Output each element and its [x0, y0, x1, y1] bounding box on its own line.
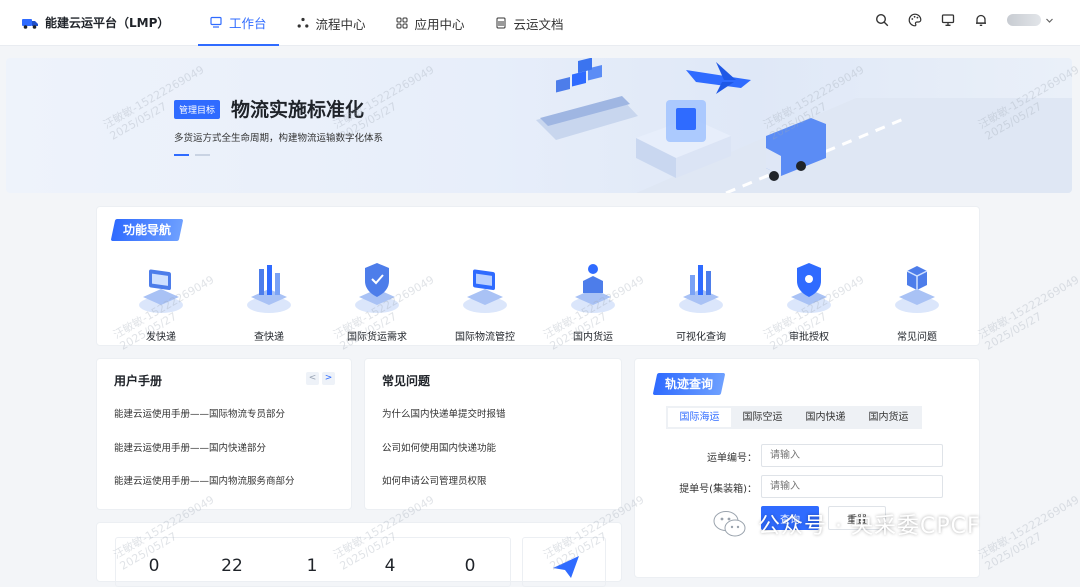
- tab-domestic-express[interactable]: 国内快递: [794, 408, 857, 427]
- nav-label: 应用中心: [414, 16, 465, 32]
- tab-intl-sea[interactable]: 国际海运: [668, 408, 731, 427]
- stats-side-panel: [522, 537, 606, 587]
- waybill-label: 运单编号：: [707, 453, 757, 464]
- document-icon: [496, 17, 506, 29]
- logistics-illustration: [536, 58, 1072, 193]
- app-logo[interactable]: 能建云运平台（LMP）: [22, 14, 169, 31]
- search-icon[interactable]: [875, 13, 889, 27]
- list-item[interactable]: 能建云运使用手册——国内物流服务商部分: [114, 473, 295, 507]
- fnav-visual-query[interactable]: 可视化查询: [651, 257, 751, 343]
- bell-icon[interactable]: [974, 13, 988, 27]
- bl-number-input[interactable]: [761, 475, 943, 498]
- track-express-icon: [247, 265, 291, 313]
- tab-intl-air[interactable]: 国际空运: [731, 408, 794, 427]
- list-item[interactable]: 能建云运使用手册——国际物流专员部分: [114, 406, 295, 440]
- watermark: 汪敏敏-15222269049 2025/05/27: [976, 273, 1080, 353]
- cube-icon: [895, 266, 939, 313]
- control-panel-icon: [463, 269, 507, 313]
- nav-process-center[interactable]: 流程中心: [285, 0, 378, 46]
- fnav-faq[interactable]: 常见问题: [867, 257, 967, 343]
- stat-value: 0: [464, 556, 476, 576]
- prev-page-button[interactable]: <: [306, 372, 319, 385]
- wechat-overlay: 公众号 · 央采委CPCF: [712, 508, 981, 540]
- tracking-tabs: 国际海运 国际空运 国内快递 国内货运: [666, 406, 922, 429]
- stats-card: 0 22 1 4 0: [96, 522, 622, 587]
- faq-title: 常见问题: [382, 374, 431, 388]
- shield-icon: [355, 263, 399, 313]
- list-item[interactable]: 为什么国内快递单提交时报错: [382, 406, 506, 440]
- faq-card: 常见问题 为什么国内快递单提交时报错 公司如何使用国内快递功能 如何申请公司管理…: [364, 358, 622, 510]
- banner-tag: 管理目标: [174, 100, 221, 119]
- hero-banner[interactable]: 管理目标 物流实施标准化 多货运方式全生命周期，构建物流运输数字化体系: [6, 58, 1072, 193]
- stats-panel: 0 22 1 4 0: [115, 537, 511, 587]
- paper-plane-icon: [553, 556, 579, 578]
- domestic-freight-icon: [571, 264, 615, 313]
- stat-value: 4: [384, 556, 396, 576]
- truck-icon: [22, 18, 38, 29]
- manual-pager: < >: [306, 372, 335, 385]
- next-page-button[interactable]: >: [322, 372, 335, 385]
- wechat-icon: [713, 511, 746, 537]
- chevron-down-icon: [1046, 18, 1053, 23]
- screen-icon[interactable]: [941, 13, 955, 27]
- nav-app-center[interactable]: 应用中心: [384, 0, 477, 46]
- process-icon: [297, 17, 308, 28]
- fnav-intl-freight-demand[interactable]: 国际货运需求: [327, 257, 427, 343]
- fnav-track-express[interactable]: 查快递: [219, 257, 319, 343]
- fnav-send-express[interactable]: 发快递: [111, 257, 211, 343]
- banner-subtitle: 多货运方式全生命周期，构建物流运输数字化体系: [174, 133, 384, 144]
- nav-label: 流程中心: [315, 16, 366, 32]
- list-item[interactable]: 能建云运使用手册——国内快递部分: [114, 440, 295, 474]
- fnav-domestic-freight[interactable]: 国内货运: [543, 257, 643, 343]
- nav-label: 工作台: [229, 15, 267, 31]
- user-manual-card: 用户手册 < > 能建云运使用手册——国际物流专员部分 能建云运使用手册——国内…: [96, 358, 352, 510]
- header-tools: [875, 13, 1054, 27]
- list-item[interactable]: 如何申请公司管理员权限: [382, 473, 506, 507]
- bar-chart-icon: [679, 265, 723, 313]
- tab-domestic-freight[interactable]: 国内货运: [857, 408, 920, 427]
- stat-value: 0: [148, 556, 160, 576]
- banner-indicator[interactable]: [174, 154, 210, 156]
- approval-shield-icon: [787, 263, 831, 313]
- top-header: 能建云运平台（LMP） 工作台 流程中心 应用中心 云运文档: [0, 0, 1080, 46]
- monitor-icon: [210, 16, 222, 28]
- stat-value: 1: [306, 556, 318, 576]
- waybill-input[interactable]: [761, 444, 943, 467]
- function-nav-card: 功能导航 发快递 查快递 国际货运需求 国际物流管控 国内货运 可视化查询 审批…: [96, 206, 980, 346]
- list-item[interactable]: 公司如何使用国内快递功能: [382, 440, 506, 474]
- user-manual-title: 用户手册: [114, 374, 163, 388]
- user-menu[interactable]: [1007, 14, 1054, 26]
- avatar: [1007, 14, 1041, 26]
- function-nav-list: 发快递 查快递 国际货运需求 国际物流管控 国内货运 可视化查询 审批授权 常见…: [111, 257, 967, 343]
- nav-label: 云运文档: [513, 16, 564, 32]
- nav-workbench[interactable]: 工作台: [198, 0, 279, 46]
- watermark: 汪敏敏-15222269049 2025/05/27: [976, 493, 1080, 573]
- stat-value: 22: [221, 556, 243, 576]
- main-nav: 工作台 流程中心 应用中心 云运文档: [198, 0, 582, 46]
- app-title: 能建云运平台（LMP）: [45, 16, 170, 30]
- banner-title: 物流实施标准化: [231, 99, 365, 121]
- wechat-account-text: 公众号 · 央采委CPCF: [758, 514, 981, 539]
- fnav-intl-logistics-control[interactable]: 国际物流管控: [435, 257, 535, 343]
- bl-label: 提单号(集装箱)：: [679, 484, 757, 495]
- send-express-icon: [139, 269, 183, 313]
- palette-icon[interactable]: [908, 13, 922, 27]
- fnav-approval[interactable]: 审批授权: [759, 257, 859, 343]
- tracking-title: 轨迹查询: [652, 373, 726, 395]
- manual-list: 能建云运使用手册——国际物流专员部分 能建云运使用手册——国内快递部分 能建云运…: [114, 406, 295, 507]
- faq-list: 为什么国内快递单提交时报错 公司如何使用国内快递功能 如何申请公司管理员权限: [382, 406, 506, 507]
- function-nav-title: 功能导航: [110, 219, 184, 241]
- tracking-card: 轨迹查询 国际海运 国际空运 国内快递 国内货运 运单编号： 提单号(集装箱)：…: [634, 358, 980, 578]
- grid-icon: [396, 17, 408, 29]
- nav-docs[interactable]: 云运文档: [483, 0, 576, 46]
